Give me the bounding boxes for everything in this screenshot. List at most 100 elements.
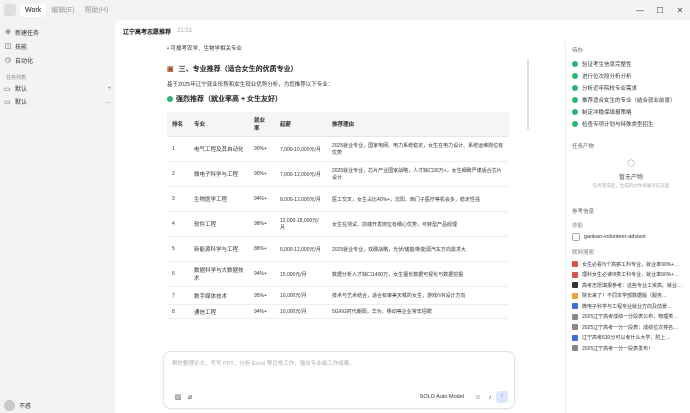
sub-heading: 强烈推荐（就业率高 + 女生友好） xyxy=(167,94,562,104)
window-controls: — ☐ ✕ xyxy=(630,0,690,20)
site-favicon-icon xyxy=(572,303,578,310)
folder-label: 默认 xyxy=(15,100,28,106)
bullet-line: • 可报考农学、生物学相关专业 xyxy=(167,46,242,52)
attach-icon[interactable]: ⌀ xyxy=(184,393,196,401)
link-text: 院长来了！不同本学部数据版（服务… xyxy=(582,293,668,300)
box-icon: ⬡ xyxy=(627,158,635,168)
maximize-icon[interactable]: ☐ xyxy=(650,6,670,15)
add-task-icon[interactable]: + xyxy=(107,86,111,92)
todo-item: 进行位次段分析分析 xyxy=(572,70,690,82)
table-row: 3 生物医学工程 94%+ 8,000-12,000元/月 医工交叉，女生占比4… xyxy=(167,186,509,212)
web-search-label: 联网搜索 xyxy=(572,250,595,256)
table-row: 5 新能源科学与工程 88%+ 6,000-12,000元/月 2025就业专业… xyxy=(167,236,509,262)
message-input[interactable]: 帮你整理论文，写写 PPT，分析 Excel 等日常工作，输出专业级工作成果。 xyxy=(172,359,355,367)
search-result-link[interactable]: 女生必看!5个高薪工科专业，就业率90%+… xyxy=(572,259,690,270)
site-favicon-icon xyxy=(572,324,578,331)
search-result-link[interactable]: 2025辽宁高考一分一段表：成绩位次排名… xyxy=(572,322,690,333)
emoji-icon[interactable]: ☺ xyxy=(472,394,484,401)
empty-output: ⬡ 暂无产物 任务完成后，生成的文件将展示在这里 xyxy=(572,158,690,189)
send-button[interactable]: ↑ xyxy=(496,391,508,403)
check-icon xyxy=(572,73,578,79)
search-result-link[interactable]: 高考志愿填报参考：这些专业工资高、就业… xyxy=(572,280,690,291)
chat-header: 辽宁高考志愿推荐 21:51 xyxy=(115,20,690,42)
composer: 帮你整理论文，写写 PPT，分析 Excel 等日常工作，输出专业级工作成果。 … xyxy=(163,351,515,409)
sidebar: ⊕ 新建任务 ◫ 技能 ◷ 自动化 任务列表 ▭ 默认 + ▭ 默认 … 不惑 xyxy=(0,20,115,413)
cell-major: 数字媒体技术 xyxy=(189,286,249,305)
todo-label: 验证考生信息完整性 xyxy=(582,62,632,68)
col-salary: 起薪 xyxy=(275,112,327,137)
user-name: 不惑 xyxy=(19,404,32,410)
cell-major: 电气工程及其自动化 xyxy=(189,136,249,162)
sidebar-folder-default[interactable]: ▭ 默认 + xyxy=(4,83,111,94)
todo-item: 制定冲稳保填报策略 xyxy=(572,106,690,118)
cell-rate: 90%+ xyxy=(249,136,275,162)
todo-label: 进行位次段分析分析 xyxy=(582,74,632,80)
automation-icon: ◷ xyxy=(4,57,12,64)
folder-icon: ▭ xyxy=(4,98,11,106)
todo-item: 分析近年院校专业需求 xyxy=(572,82,690,94)
cell-rank: 8 xyxy=(167,304,189,319)
sidebar-item-label: 新建任务 xyxy=(15,30,40,37)
menu-edit[interactable]: 编辑(E) xyxy=(46,2,79,18)
section-heading-text: 三、专业推荐（适合女生的优质专业） xyxy=(178,66,298,73)
more-icon[interactable]: … xyxy=(105,99,111,105)
close-icon[interactable]: ✕ xyxy=(670,6,690,15)
search-result-link[interactable]: 2025辽宁高考一分一段表发布！ xyxy=(572,343,690,354)
table-row: 6 数据科学与大数据技术 94%+ 15,000元/月 数据分析人才缺口1400… xyxy=(167,261,509,287)
link-text: 2025辽宁高考一分一段表：成绩位次排名… xyxy=(582,324,679,331)
cell-major: 通信工程 xyxy=(189,304,249,319)
model-selector[interactable]: SOLO Auto Model xyxy=(420,394,464,400)
skill-icon: ◫ xyxy=(4,43,12,50)
skills-label: 技能 xyxy=(572,223,584,229)
cell-rate: 94%+ xyxy=(249,304,275,319)
check-icon xyxy=(572,61,578,67)
cell-rank: 7 xyxy=(167,286,189,305)
search-result-link[interactable]: 2025辽宁高考成绩一分段表公布，物理类… xyxy=(572,312,690,323)
task-list-label: 任务列表 xyxy=(6,75,27,81)
intro-paragraph: 基于2025年辽宁就业形势和女生就业优势分析，为您推荐以下专业： xyxy=(167,82,334,88)
search-result-link[interactable]: 辽宁高考630分可以考什么大学，附上… xyxy=(572,333,690,344)
image-icon[interactable]: ▨ xyxy=(172,393,184,401)
main-panel: 辽宁高考志愿推荐 21:51 • 可报考农学、生物学相关专业 ▣ 三、专业推荐（… xyxy=(115,20,690,413)
sidebar-item-label: 自动化 xyxy=(15,58,34,65)
check-icon xyxy=(572,121,578,127)
todo-item: 检查专项计划与特殊类型招生 xyxy=(572,118,690,130)
sidebar-item-skills[interactable]: ◫ 技能 xyxy=(4,40,111,52)
site-favicon-icon xyxy=(572,345,578,352)
col-rate: 就业率 xyxy=(249,112,275,137)
cell-rate: 98%+ xyxy=(249,211,275,237)
search-result-link[interactable]: 院长来了！不同本学部数据版（服务… xyxy=(572,291,690,302)
scrollbar[interactable] xyxy=(527,60,529,130)
avatar xyxy=(4,400,15,411)
skill-item[interactable]: gaokao-volunteer-advisor xyxy=(572,232,690,242)
sidebar-folder-default-2[interactable]: ▭ 默认 … xyxy=(4,96,111,107)
search-result-link[interactable]: 微电子科学与工程专业就业方向及前景… xyxy=(572,301,690,312)
menu-tabs: Work 编辑(E) 帮助(H) xyxy=(20,2,113,18)
search-result-link[interactable]: 理科女生必读!8类工科专业，就业率90%+… xyxy=(572,270,690,281)
section-heading: ▣ 三、专业推荐（适合女生的优质专业） xyxy=(167,64,562,74)
site-favicon-icon xyxy=(572,261,578,268)
user-profile[interactable]: 不惑 xyxy=(4,400,31,411)
menu-help[interactable]: 帮助(H) xyxy=(80,2,114,18)
cell-rate: 94%+ xyxy=(249,186,275,212)
todo-label: 推荐适合女生的专业（结合就业前景） xyxy=(582,98,676,104)
col-rank: 排名 xyxy=(167,112,189,137)
composer-toolbar: ▨ ⌀ SOLO Auto Model ☺ ♪ ↑ xyxy=(172,391,508,403)
check-icon xyxy=(572,109,578,115)
cell-reason: 医工交叉，女生占比40%+，沈阳、西门子医疗等机会多，稳定性强 xyxy=(327,186,509,212)
mic-icon[interactable]: ♪ xyxy=(484,394,496,401)
check-icon xyxy=(572,97,578,103)
site-favicon-icon xyxy=(572,313,578,320)
reference-title: 参考信息 xyxy=(572,209,595,215)
cell-reason: 2025就业专业，芯片产业国家战略，人才缺口30万+，女生细致严谨适合芯片设计 xyxy=(327,161,509,187)
sidebar-item-automation[interactable]: ◷ 自动化 xyxy=(4,54,111,66)
tab-work[interactable]: Work xyxy=(20,3,47,17)
cell-major: 生物医学工程 xyxy=(189,186,249,212)
table-header-row: 排名 专业 就业率 起薪 推荐理由 xyxy=(167,112,509,137)
sidebar-item-new-task[interactable]: ⊕ 新建任务 xyxy=(4,26,111,38)
site-favicon-icon xyxy=(572,271,578,278)
cell-reason: 5G/6G时代朝阳，华为、移动等企业常年招聘 xyxy=(327,304,509,319)
site-favicon-icon xyxy=(572,282,578,289)
minimize-icon[interactable]: — xyxy=(630,6,650,15)
skill-icon xyxy=(572,233,580,241)
